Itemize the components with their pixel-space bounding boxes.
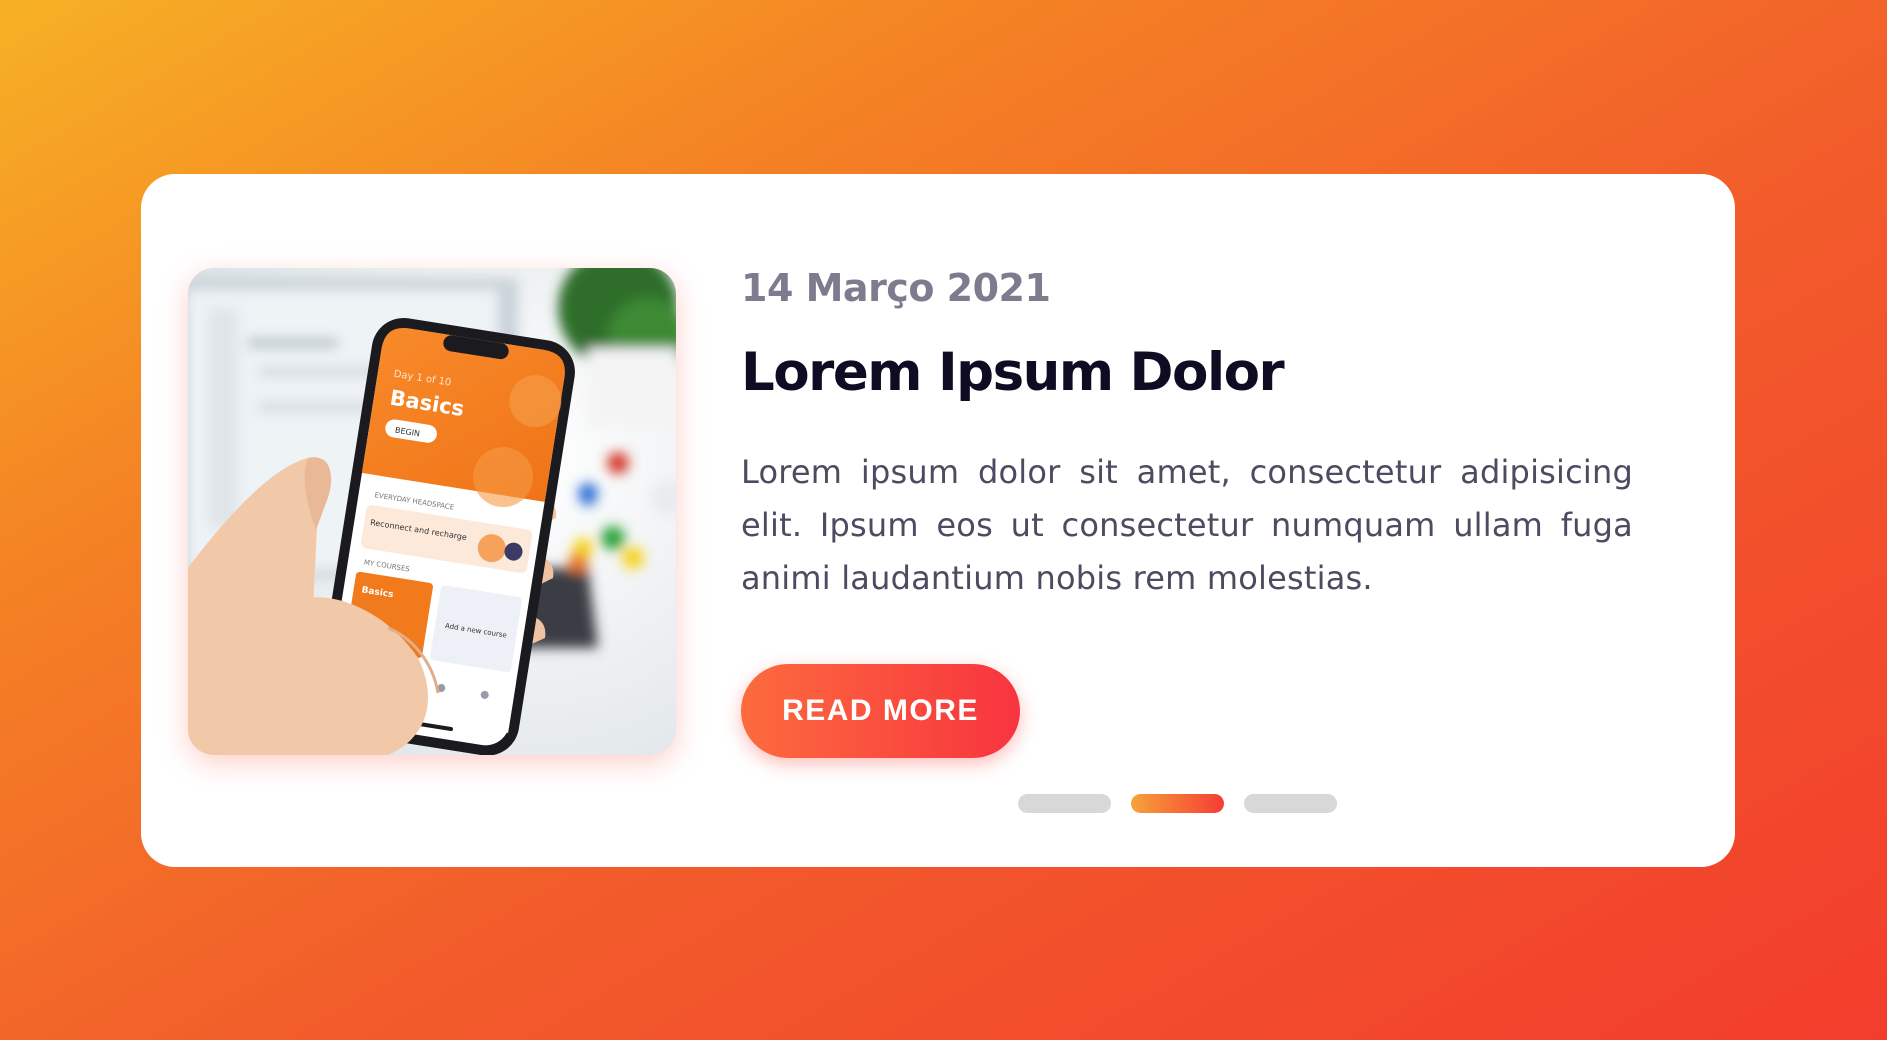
post-date: 14 Março 2021 xyxy=(741,266,1051,310)
slider-dot-3[interactable] xyxy=(1244,794,1337,813)
blog-card: Day 1 of 10 Basics BEGIN EVERYDAY HEADSP… xyxy=(141,174,1735,867)
post-image: Day 1 of 10 Basics BEGIN EVERYDAY HEADSP… xyxy=(188,268,676,755)
post-title: Lorem Ipsum Dolor xyxy=(741,342,1285,403)
read-more-button[interactable]: READ MORE xyxy=(741,664,1020,758)
post-text: Lorem ipsum dolor sit amet, consectetur … xyxy=(741,453,1633,597)
slider-pagination xyxy=(1018,794,1337,813)
slider-dot-2-active[interactable] xyxy=(1131,794,1224,813)
slider-dot-1[interactable] xyxy=(1018,794,1111,813)
